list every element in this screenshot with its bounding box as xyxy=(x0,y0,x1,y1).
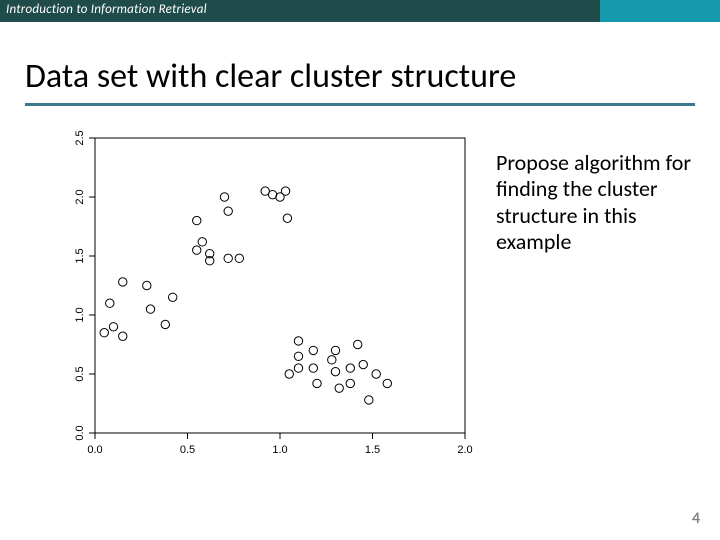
svg-text:2.0: 2.0 xyxy=(74,189,86,204)
header-bar: Introduction to Information Retrieval xyxy=(0,0,720,22)
svg-text:1.0: 1.0 xyxy=(74,307,86,322)
svg-text:0.5: 0.5 xyxy=(180,444,195,456)
svg-text:1.5: 1.5 xyxy=(365,444,380,456)
svg-text:2.5: 2.5 xyxy=(74,130,86,145)
slide: Introduction to Information Retrieval Da… xyxy=(0,0,720,540)
title-block: Data set with clear cluster structure xyxy=(25,58,695,106)
header-accent xyxy=(600,0,720,22)
course-label: Introduction to Information Retrieval xyxy=(6,2,207,17)
page-number: 4 xyxy=(692,509,700,528)
scatter-plot-svg: 0.0 0.5 1.0 1.5 2.0 0.0 0.5 1.0 1.5 2.0 2.5 xyxy=(40,128,480,478)
svg-text:2.0: 2.0 xyxy=(457,444,472,456)
scatter-plot: 0.0 0.5 1.0 1.5 2.0 0.0 0.5 1.0 1.5 2.0 2.5 xyxy=(40,128,480,478)
svg-text:0.0: 0.0 xyxy=(87,444,102,456)
side-prompt-text: Propose algorithm for finding the cluste… xyxy=(496,150,696,256)
svg-text:0.0: 0.0 xyxy=(74,425,86,440)
svg-text:1.5: 1.5 xyxy=(74,248,86,263)
svg-text:0.5: 0.5 xyxy=(74,366,86,381)
page-title: Data set with clear cluster structure xyxy=(25,58,695,95)
svg-text:1.0: 1.0 xyxy=(272,444,287,456)
title-underline xyxy=(25,103,695,106)
